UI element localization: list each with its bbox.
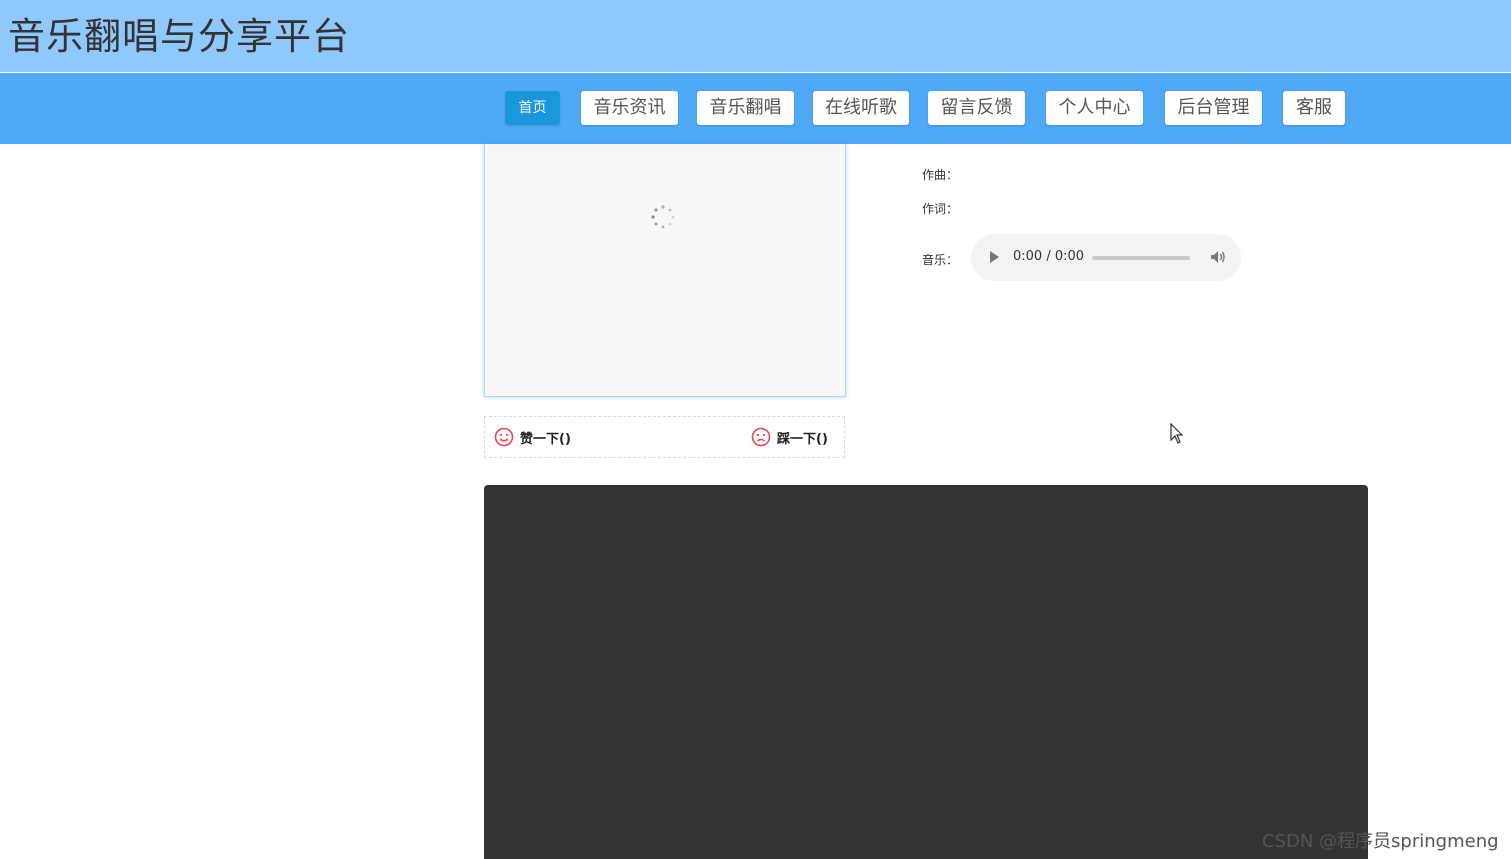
audio-progress-bar[interactable] — [1092, 256, 1190, 260]
audio-player: 0:00 / 0:00 — [971, 234, 1241, 281]
main-nav: 首页 音乐资讯 音乐翻唱 在线听歌 留言反馈 个人中心 后台管理 客服 — [0, 73, 1511, 144]
composer-label: 作曲： — [922, 168, 959, 182]
video-player[interactable] — [484, 485, 1368, 859]
like-button[interactable]: 赞一下() — [494, 426, 571, 448]
nav-item-customer-service[interactable]: 客服 — [1283, 91, 1345, 125]
nav-item-music-cover[interactable]: 音乐翻唱 — [697, 91, 794, 125]
like-label: 赞一下() — [520, 431, 571, 447]
nav-item-feedback[interactable]: 留言反馈 — [928, 91, 1025, 125]
nav-item-personal-center[interactable]: 个人中心 — [1046, 91, 1143, 125]
audio-time: 0:00 / 0:00 — [1013, 249, 1085, 264]
nav-item-online-listen[interactable]: 在线听歌 — [813, 91, 909, 125]
frown-icon — [751, 427, 771, 447]
site-title: 音乐翻唱与分享平台 — [8, 15, 350, 58]
nav-item-home[interactable]: 首页 — [505, 91, 560, 125]
watermark: CSDN @程序员springmeng — [1262, 831, 1499, 852]
dislike-button[interactable]: 踩一下() — [751, 426, 828, 448]
loading-spinner-icon — [651, 205, 675, 229]
play-icon[interactable] — [990, 251, 999, 263]
lyricist-label: 作词： — [922, 202, 959, 216]
music-label: 音乐： — [922, 253, 959, 267]
nav-item-music-news[interactable]: 音乐资讯 — [581, 91, 678, 125]
smile-icon — [494, 427, 514, 447]
vote-bar: 赞一下() 踩一下() — [484, 416, 845, 458]
cover-image-area — [484, 144, 846, 397]
header-bar: 音乐翻唱与分享平台 — [0, 0, 1511, 72]
nav-item-admin[interactable]: 后台管理 — [1165, 91, 1262, 125]
volume-icon[interactable] — [1209, 248, 1227, 266]
mouse-cursor-icon — [1170, 423, 1184, 444]
dislike-label: 踩一下() — [777, 431, 828, 447]
